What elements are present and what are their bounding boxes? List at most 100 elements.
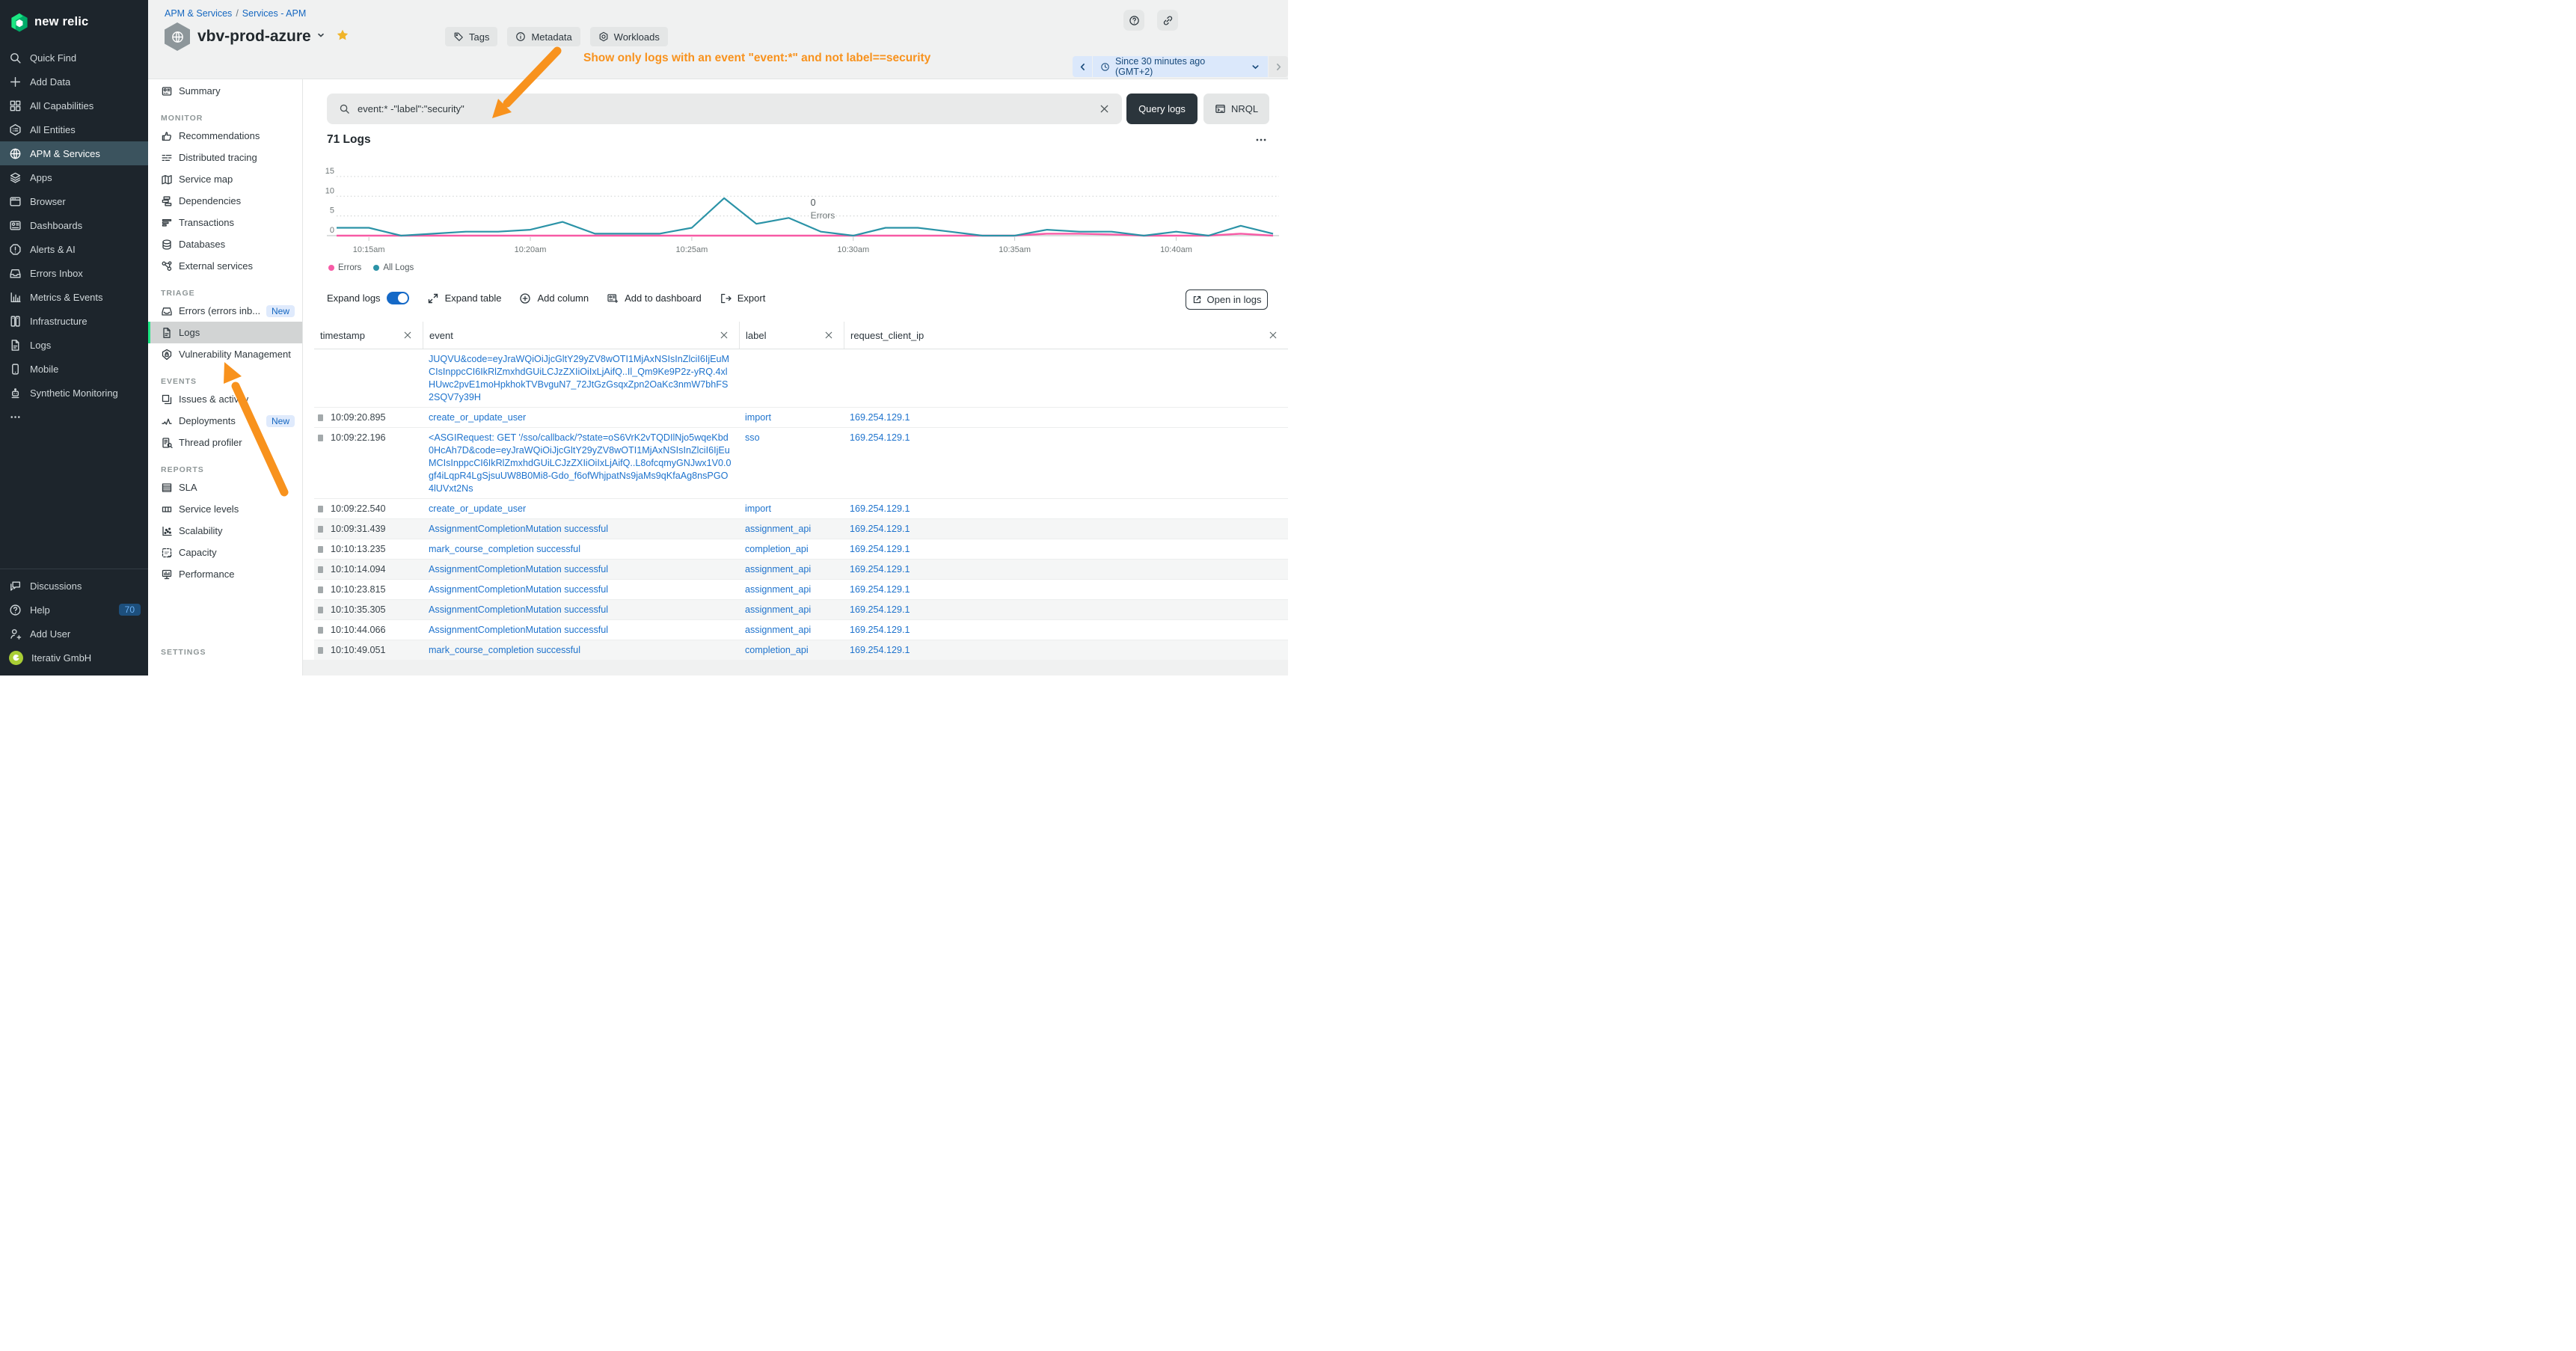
- legend-item-errors[interactable]: Errors: [328, 263, 361, 272]
- request-client-ip-link[interactable]: 169.254.129.1: [850, 645, 910, 655]
- log-row[interactable]: 10:09:31.439AssignmentCompletionMutation…: [314, 519, 1288, 539]
- expand-logs-toggle[interactable]: [387, 292, 409, 304]
- sidebar-item-dashboards[interactable]: Dashboards: [0, 213, 148, 237]
- event-link[interactable]: create_or_update_user: [429, 503, 526, 514]
- log-row[interactable]: JUQVU&code=eyJraWQiOiJjcGltY29yZV8wOTI1M…: [314, 349, 1288, 408]
- sidebar-item-quick-find[interactable]: Quick Find: [0, 46, 148, 70]
- request-client-ip-link[interactable]: 169.254.129.1: [850, 604, 910, 615]
- sidebar-item-discussions[interactable]: Discussions: [0, 574, 148, 598]
- label-link[interactable]: assignment_api: [745, 584, 811, 595]
- request-client-ip-link[interactable]: 169.254.129.1: [850, 524, 910, 534]
- sidebar-item-errors-inbox[interactable]: Errors Inbox: [0, 261, 148, 285]
- label-link[interactable]: sso: [745, 432, 760, 443]
- sidebar-item-alerts-ai[interactable]: Alerts & AI: [0, 237, 148, 261]
- sidebar-item-iterativ-gmbh[interactable]: Iterativ GmbH: [0, 646, 148, 670]
- event-link[interactable]: AssignmentCompletionMutation successful: [429, 625, 608, 635]
- log-row[interactable]: 10:10:44.066AssignmentCompletionMutation…: [314, 620, 1288, 640]
- log-row[interactable]: 10:10:13.235mark_course_completion succe…: [314, 539, 1288, 560]
- legend-item-all-logs[interactable]: All Logs: [373, 263, 414, 272]
- label-link[interactable]: assignment_api: [745, 524, 811, 534]
- request-client-ip-link[interactable]: 169.254.129.1: [850, 625, 910, 635]
- help-icon-button[interactable]: [1123, 10, 1144, 31]
- event-link[interactable]: mark_course_completion successful: [429, 544, 580, 554]
- breadcrumb-link-services-apm[interactable]: Services - APM: [242, 8, 306, 19]
- metadata-button[interactable]: Metadata: [507, 27, 580, 46]
- nav-item-logs[interactable]: Logs: [148, 322, 302, 343]
- log-row[interactable]: 10:09:22.196<ASGIRequest: GET '/sso/call…: [314, 428, 1288, 499]
- sidebar-item-more[interactable]: [0, 405, 148, 429]
- sidebar-item-all-entities[interactable]: All Entities: [0, 117, 148, 141]
- column-header-request-client-ip[interactable]: request_client_ip: [844, 322, 1288, 349]
- copy-link-button[interactable]: [1157, 10, 1178, 31]
- sidebar-item-add-data[interactable]: Add Data: [0, 70, 148, 94]
- column-header-label[interactable]: label: [739, 322, 844, 349]
- sidebar-item-add-user[interactable]: Add User: [0, 622, 148, 646]
- nav-item-errors-errors-inb[interactable]: Errors (errors inb...New: [148, 300, 302, 322]
- time-back-button[interactable]: [1073, 56, 1092, 77]
- nav-item-transactions[interactable]: Transactions: [148, 212, 302, 233]
- sidebar-item-apps[interactable]: Apps: [0, 165, 148, 189]
- remove-column-icon[interactable]: [403, 331, 412, 340]
- nav-item-deployments[interactable]: DeploymentsNew: [148, 410, 302, 432]
- log-row[interactable]: 10:09:22.540create_or_update_userimport1…: [314, 499, 1288, 519]
- event-link[interactable]: <ASGIRequest: GET '/sso/callback/?state=…: [429, 432, 732, 494]
- tags-button[interactable]: Tags: [445, 27, 497, 46]
- remove-column-icon[interactable]: [720, 331, 729, 340]
- logs-query-bar[interactable]: event:* -"label":"security": [327, 94, 1122, 124]
- time-range-selector[interactable]: Since 30 minutes ago (GMT+2): [1093, 56, 1268, 77]
- request-client-ip-link[interactable]: 169.254.129.1: [850, 564, 910, 575]
- nav-item-distributed-tracing[interactable]: Distributed tracing: [148, 147, 302, 168]
- request-client-ip-link[interactable]: 169.254.129.1: [850, 584, 910, 595]
- label-link[interactable]: assignment_api: [745, 604, 811, 615]
- nav-item-thread-profiler[interactable]: Thread profiler: [148, 432, 302, 453]
- column-header-event[interactable]: event: [423, 322, 739, 349]
- sidebar-item-logs[interactable]: Logs: [0, 333, 148, 357]
- nav-item-performance[interactable]: Performance: [148, 563, 302, 585]
- log-row[interactable]: 10:09:20.895create_or_update_userimport1…: [314, 408, 1288, 428]
- nav-item-recommendations[interactable]: Recommendations: [148, 125, 302, 147]
- nav-item-dependencies[interactable]: Dependencies: [148, 190, 302, 212]
- open-in-logs-button[interactable]: Open in logs: [1186, 290, 1268, 310]
- sidebar-item-apm-services[interactable]: APM & Services: [0, 141, 148, 165]
- log-row[interactable]: 10:10:23.815AssignmentCompletionMutation…: [314, 580, 1288, 600]
- sidebar-item-infrastructure[interactable]: Infrastructure: [0, 309, 148, 333]
- sidebar-item-all-capabilities[interactable]: All Capabilities: [0, 94, 148, 117]
- sidebar-item-metrics-events[interactable]: Metrics & Events: [0, 285, 148, 309]
- event-link[interactable]: mark_course_completion successful: [429, 645, 580, 655]
- query-logs-button[interactable]: Query logs: [1126, 94, 1197, 124]
- remove-column-icon[interactable]: [824, 331, 833, 340]
- breadcrumb-link-apm-services[interactable]: APM & Services: [165, 8, 232, 19]
- event-link[interactable]: AssignmentCompletionMutation successful: [429, 564, 608, 575]
- nav-item-service-map[interactable]: Service map: [148, 168, 302, 190]
- label-link[interactable]: assignment_api: [745, 564, 811, 575]
- nav-item-summary[interactable]: Summary: [148, 80, 302, 102]
- nav-item-scalability[interactable]: Scalability: [148, 520, 302, 542]
- nav-item-vulnerability-management[interactable]: Vulnerability Management: [148, 343, 302, 365]
- label-link[interactable]: completion_api: [745, 544, 809, 554]
- log-row[interactable]: 10:10:14.094AssignmentCompletionMutation…: [314, 560, 1288, 580]
- nav-item-service-levels[interactable]: Service levels: [148, 498, 302, 520]
- nav-item-issues-activity[interactable]: Issues & activity: [148, 388, 302, 410]
- nrql-button[interactable]: NRQL: [1203, 94, 1269, 124]
- request-client-ip-link[interactable]: 169.254.129.1: [850, 544, 910, 554]
- label-link[interactable]: assignment_api: [745, 625, 811, 635]
- chart-menu-icon[interactable]: [1254, 133, 1268, 150]
- event-link[interactable]: JUQVU&code=eyJraWQiOiJjcGltY29yZV8wOTI1M…: [429, 354, 729, 402]
- favorite-star-icon[interactable]: [336, 28, 349, 46]
- add-to-dashboard-button[interactable]: Add to dashboard: [607, 292, 702, 304]
- sidebar-item-help[interactable]: Help70: [0, 598, 148, 622]
- request-client-ip-link[interactable]: 169.254.129.1: [850, 432, 910, 443]
- nav-item-external-services[interactable]: External services: [148, 255, 302, 277]
- event-link[interactable]: AssignmentCompletionMutation successful: [429, 524, 608, 534]
- remove-column-icon[interactable]: [1269, 331, 1278, 340]
- nav-item-sla[interactable]: SLA: [148, 477, 302, 498]
- sidebar-item-mobile[interactable]: Mobile: [0, 357, 148, 381]
- new-relic-logo[interactable]: new relic: [0, 0, 148, 34]
- event-link[interactable]: AssignmentCompletionMutation successful: [429, 584, 608, 595]
- event-link[interactable]: create_or_update_user: [429, 412, 526, 423]
- sidebar-item-browser[interactable]: Browser: [0, 189, 148, 213]
- label-link[interactable]: import: [745, 503, 771, 514]
- workloads-button[interactable]: Workloads: [590, 27, 668, 46]
- export-button[interactable]: Export: [720, 292, 766, 304]
- request-client-ip-link[interactable]: 169.254.129.1: [850, 412, 910, 423]
